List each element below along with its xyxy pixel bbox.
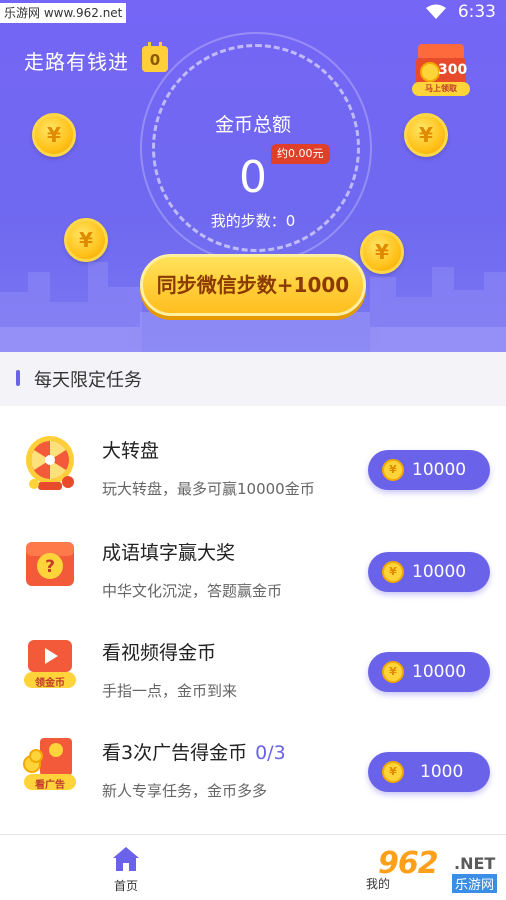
- site-watermark: 乐游网 www.962.net: [0, 3, 127, 23]
- task-description: 新人专享任务，金币多多: [102, 782, 268, 800]
- task-description: 玩大转盘，最多可赢10000金币: [102, 480, 315, 498]
- reward-amount: 10000: [412, 662, 467, 682]
- video-coin-icon-label: 领金币: [35, 678, 65, 689]
- coin-icon: ¥: [382, 761, 404, 783]
- gift-coin-count: 300: [438, 62, 468, 78]
- task-description: 中华文化沉淀，答题赢金币: [102, 582, 283, 600]
- coin-icon: [420, 62, 440, 82]
- logo-sub: 乐游网: [452, 874, 498, 893]
- section-title: 每天限定任务: [34, 370, 142, 391]
- reward-amount: 10000: [412, 460, 467, 480]
- coin-icon: ¥: [382, 459, 404, 481]
- task-reward-button[interactable]: ¥ 10000: [368, 552, 490, 592]
- task-reward-button[interactable]: ¥ 10000: [368, 450, 490, 490]
- task-reward-button[interactable]: ¥ 1000: [368, 752, 490, 792]
- app-title: 走路有钱进: [24, 50, 129, 74]
- wifi-icon: [425, 4, 446, 19]
- floating-coin-icon[interactable]: ¥: [360, 230, 404, 274]
- floating-coin-icon[interactable]: ¥: [32, 113, 76, 157]
- reward-amount: 1000: [420, 762, 464, 782]
- ad-envelope-icon: 看广告: [20, 734, 80, 794]
- task-item[interactable]: ? 成语填字赢大奖 中华文化沉淀，答题赢金币 ¥ 10000: [0, 508, 506, 608]
- coin-icon: ¥: [382, 561, 404, 583]
- home-icon: [113, 847, 139, 871]
- logo-net: .NET: [454, 854, 496, 873]
- video-coin-icon: 领金币: [20, 634, 80, 694]
- coin-icon: ¥: [382, 661, 404, 683]
- site-logo-watermark: 962 .NET 乐游网: [378, 846, 504, 896]
- task-description: 手指一点，金币到来: [102, 682, 238, 700]
- task-item[interactable]: 领金币 看视频得金币 手指一点，金币到来 ¥ 10000: [0, 608, 506, 708]
- status-bar: 乐游网 www.962.net 6:33: [0, 0, 506, 26]
- task-progress: 0/3: [255, 742, 286, 764]
- gift-box-reward[interactable]: 300 马上领取: [412, 44, 470, 96]
- floating-coin-icon[interactable]: ¥: [64, 218, 108, 262]
- nav-home[interactable]: 首页: [96, 845, 156, 895]
- task-title: 看3次广告得金币: [102, 742, 248, 764]
- header-banner: 乐游网 www.962.net 6:33 走路有钱进 0 300 马上领取 金币…: [0, 0, 506, 352]
- logo-number: 962: [378, 846, 439, 881]
- task-item[interactable]: 看广告 看3次广告得金币 0/3 新人专享任务，金币多多 ¥ 1000: [0, 708, 506, 808]
- section-accent-bar: [16, 370, 20, 386]
- task-reward-button[interactable]: ¥ 10000: [368, 652, 490, 692]
- my-steps-text: 我的步数：0: [210, 212, 296, 230]
- gift-claim-ribbon: 马上领取: [412, 82, 470, 96]
- svg-text:?: ?: [45, 557, 55, 577]
- total-coins-label: 金币总额: [214, 114, 291, 136]
- app-screen: 乐游网 www.962.net 6:33 走路有钱进 0 300 马上领取 金币…: [0, 0, 506, 900]
- nav-home-label: 首页: [113, 879, 138, 893]
- yuan-equivalent-badge: 约0.00元: [271, 144, 330, 164]
- question-box-icon: ?: [26, 542, 74, 586]
- reward-amount: 10000: [412, 562, 467, 582]
- calendar-badge[interactable]: 0: [142, 42, 168, 72]
- spin-wheel-icon: [26, 436, 74, 490]
- task-title: 看视频得金币: [102, 642, 217, 664]
- floating-coin-icon[interactable]: ¥: [404, 113, 448, 157]
- ad-envelope-icon-label: 看广告: [35, 780, 65, 791]
- section-header: 每天限定任务: [0, 352, 506, 406]
- task-list: 大转盘 玩大转盘，最多可赢10000金币 ¥ 10000 ? 成语填字赢大奖 中…: [0, 406, 506, 834]
- task-item[interactable]: 大转盘 玩大转盘，最多可赢10000金币 ¥ 10000: [0, 406, 506, 506]
- sync-wechat-steps-button[interactable]: 同步微信步数+1000: [140, 254, 366, 316]
- task-title: 成语填字赢大奖: [102, 542, 236, 564]
- task-title: 大转盘: [102, 440, 160, 462]
- clock: 6:33: [457, 2, 496, 22]
